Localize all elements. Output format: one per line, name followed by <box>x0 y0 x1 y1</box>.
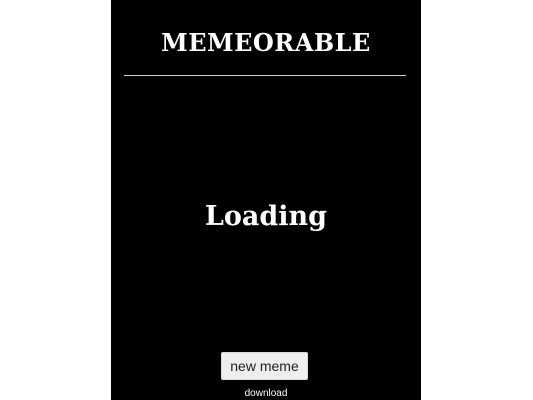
loading-indicator: Loading <box>204 201 328 232</box>
meme-app-panel: MEMEORABLE Loading new meme download <box>111 0 421 400</box>
app-title: MEMEORABLE <box>161 28 371 57</box>
title-divider <box>124 75 406 76</box>
download-link[interactable]: download <box>111 387 421 400</box>
new-meme-button[interactable]: new meme <box>221 352 308 380</box>
